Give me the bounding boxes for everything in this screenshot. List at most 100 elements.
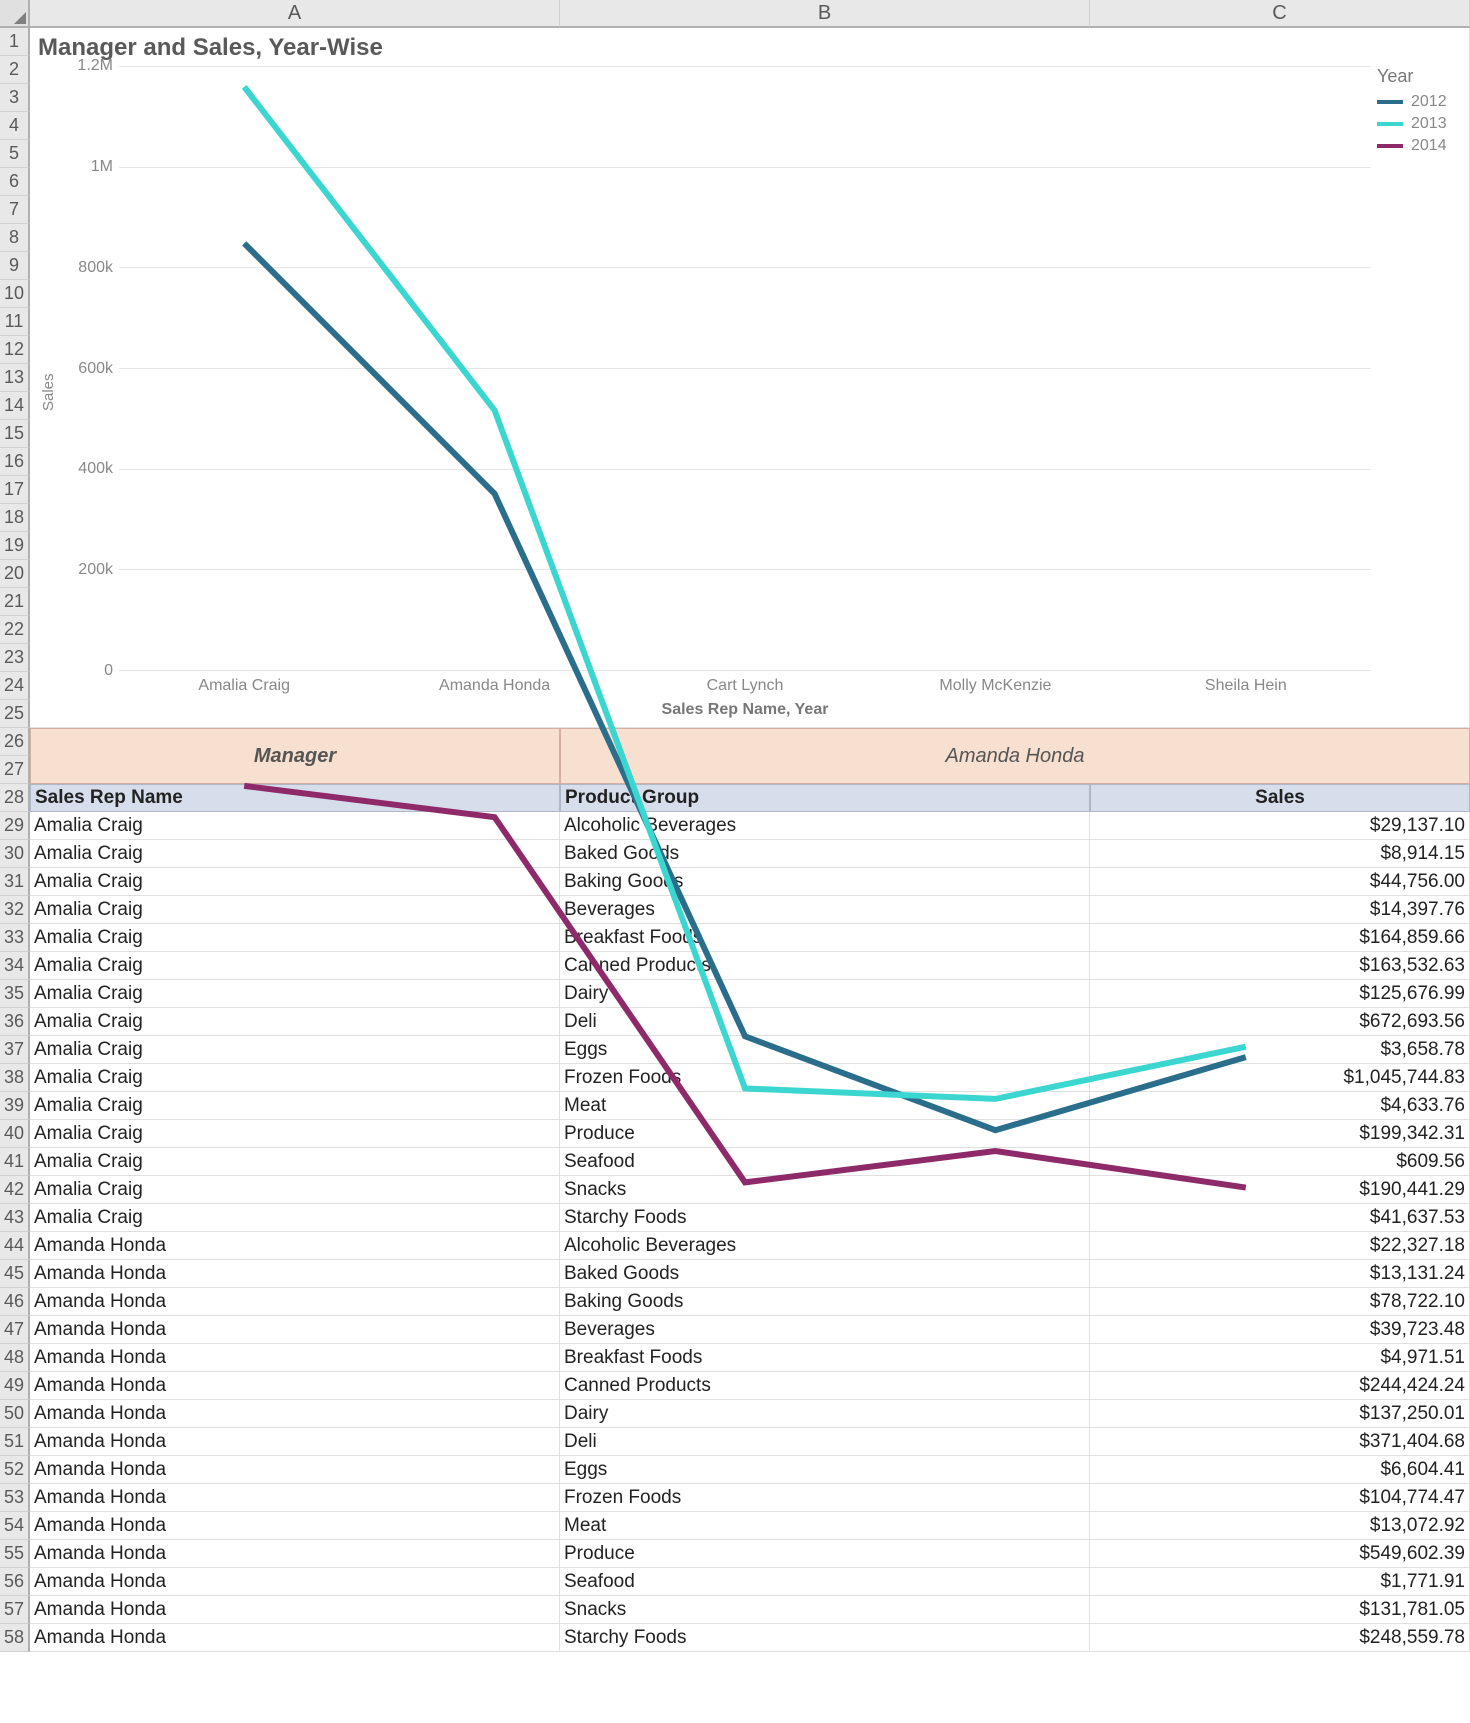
row-header[interactable]: 24 — [0, 672, 30, 700]
table-cell-group[interactable]: Breakfast Foods — [560, 1344, 1090, 1372]
table-cell-sales[interactable]: $4,971.51 — [1090, 1344, 1470, 1372]
row-header[interactable]: 11 — [0, 308, 30, 336]
row-header[interactable]: 23 — [0, 644, 30, 672]
table-cell-rep[interactable]: Amanda Honda — [30, 1344, 560, 1372]
spreadsheet-grid[interactable]: ABC1234567891011121314151617181920212223… — [0, 0, 1470, 1652]
column-header[interactable]: B — [560, 0, 1090, 28]
table-cell-sales[interactable]: $248,559.78 — [1090, 1624, 1470, 1652]
table-cell-rep[interactable]: Amanda Honda — [30, 1484, 560, 1512]
row-header[interactable]: 39 — [0, 1092, 30, 1120]
table-cell-sales[interactable]: $6,604.41 — [1090, 1456, 1470, 1484]
row-header[interactable]: 36 — [0, 1008, 30, 1036]
row-header[interactable]: 38 — [0, 1064, 30, 1092]
row-header[interactable]: 25 — [0, 700, 30, 728]
column-header[interactable]: C — [1090, 0, 1470, 28]
select-all-corner[interactable] — [0, 0, 30, 28]
row-header[interactable]: 43 — [0, 1204, 30, 1232]
row-header[interactable]: 54 — [0, 1512, 30, 1540]
chart-container[interactable]: Manager and Sales, Year-WiseSales0200k40… — [30, 28, 1470, 728]
row-header[interactable]: 56 — [0, 1568, 30, 1596]
table-cell-group[interactable]: Dairy — [560, 1400, 1090, 1428]
row-header[interactable]: 6 — [0, 168, 30, 196]
table-cell-group[interactable]: Snacks — [560, 1596, 1090, 1624]
row-header[interactable]: 9 — [0, 252, 30, 280]
table-cell-group[interactable]: Seafood — [560, 1568, 1090, 1596]
row-header[interactable]: 35 — [0, 980, 30, 1008]
row-header[interactable]: 1 — [0, 28, 30, 56]
table-cell-sales[interactable]: $39,723.48 — [1090, 1316, 1470, 1344]
table-cell-rep[interactable]: Amanda Honda — [30, 1372, 560, 1400]
row-header[interactable]: 49 — [0, 1372, 30, 1400]
row-header[interactable]: 29 — [0, 812, 30, 840]
table-cell-rep[interactable]: Amanda Honda — [30, 1512, 560, 1540]
row-header[interactable]: 20 — [0, 560, 30, 588]
row-header[interactable]: 17 — [0, 476, 30, 504]
table-cell-sales[interactable]: $1,771.91 — [1090, 1568, 1470, 1596]
row-header[interactable]: 22 — [0, 616, 30, 644]
row-header[interactable]: 32 — [0, 896, 30, 924]
table-cell-group[interactable]: Beverages — [560, 1316, 1090, 1344]
table-cell-rep[interactable]: Amanda Honda — [30, 1428, 560, 1456]
row-header[interactable]: 4 — [0, 112, 30, 140]
column-header[interactable]: A — [30, 0, 560, 28]
row-header[interactable]: 55 — [0, 1540, 30, 1568]
row-header[interactable]: 18 — [0, 504, 30, 532]
row-header[interactable]: 2 — [0, 56, 30, 84]
table-cell-rep[interactable]: Amanda Honda — [30, 1568, 560, 1596]
table-cell-sales[interactable]: $131,781.05 — [1090, 1596, 1470, 1624]
table-cell-sales[interactable]: $13,072.92 — [1090, 1512, 1470, 1540]
row-header[interactable]: 45 — [0, 1260, 30, 1288]
table-cell-group[interactable]: Meat — [560, 1512, 1090, 1540]
table-cell-sales[interactable]: $104,774.47 — [1090, 1484, 1470, 1512]
row-header[interactable]: 7 — [0, 196, 30, 224]
row-header[interactable]: 40 — [0, 1120, 30, 1148]
table-cell-sales[interactable]: $244,424.24 — [1090, 1372, 1470, 1400]
row-header[interactable]: 53 — [0, 1484, 30, 1512]
row-header[interactable]: 12 — [0, 336, 30, 364]
row-header[interactable]: 26 — [0, 728, 30, 756]
table-cell-rep[interactable]: Amanda Honda — [30, 1596, 560, 1624]
row-header[interactable]: 58 — [0, 1624, 30, 1652]
row-header[interactable]: 50 — [0, 1400, 30, 1428]
table-cell-sales[interactable]: $549,602.39 — [1090, 1540, 1470, 1568]
row-header[interactable]: 44 — [0, 1232, 30, 1260]
row-header[interactable]: 42 — [0, 1176, 30, 1204]
table-cell-rep[interactable]: Amanda Honda — [30, 1540, 560, 1568]
row-header[interactable]: 37 — [0, 1036, 30, 1064]
row-header[interactable]: 14 — [0, 392, 30, 420]
table-cell-rep[interactable]: Amanda Honda — [30, 1316, 560, 1344]
table-cell-group[interactable]: Canned Products — [560, 1372, 1090, 1400]
row-header[interactable]: 19 — [0, 532, 30, 560]
row-header[interactable]: 52 — [0, 1456, 30, 1484]
row-header[interactable]: 30 — [0, 840, 30, 868]
row-header[interactable]: 47 — [0, 1316, 30, 1344]
row-header[interactable]: 21 — [0, 588, 30, 616]
row-header[interactable]: 15 — [0, 420, 30, 448]
row-header[interactable]: 8 — [0, 224, 30, 252]
table-cell-group[interactable]: Frozen Foods — [560, 1484, 1090, 1512]
table-cell-rep[interactable]: Amanda Honda — [30, 1400, 560, 1428]
row-header[interactable]: 48 — [0, 1344, 30, 1372]
row-header[interactable]: 13 — [0, 364, 30, 392]
row-header[interactable]: 16 — [0, 448, 30, 476]
row-header[interactable]: 46 — [0, 1288, 30, 1316]
table-cell-group[interactable]: Eggs — [560, 1456, 1090, 1484]
row-header[interactable]: 5 — [0, 140, 30, 168]
row-header[interactable]: 3 — [0, 84, 30, 112]
row-header[interactable]: 41 — [0, 1148, 30, 1176]
row-header[interactable]: 27 — [0, 756, 30, 784]
row-header[interactable]: 31 — [0, 868, 30, 896]
row-header[interactable]: 28 — [0, 784, 30, 812]
table-cell-rep[interactable]: Amanda Honda — [30, 1624, 560, 1652]
table-cell-group[interactable]: Starchy Foods — [560, 1624, 1090, 1652]
table-cell-sales[interactable]: $137,250.01 — [1090, 1400, 1470, 1428]
row-header[interactable]: 51 — [0, 1428, 30, 1456]
row-header[interactable]: 34 — [0, 952, 30, 980]
table-cell-rep[interactable]: Amanda Honda — [30, 1456, 560, 1484]
table-cell-group[interactable]: Deli — [560, 1428, 1090, 1456]
row-header[interactable]: 57 — [0, 1596, 30, 1624]
table-cell-sales[interactable]: $371,404.68 — [1090, 1428, 1470, 1456]
table-cell-group[interactable]: Produce — [560, 1540, 1090, 1568]
row-header[interactable]: 33 — [0, 924, 30, 952]
row-header[interactable]: 10 — [0, 280, 30, 308]
